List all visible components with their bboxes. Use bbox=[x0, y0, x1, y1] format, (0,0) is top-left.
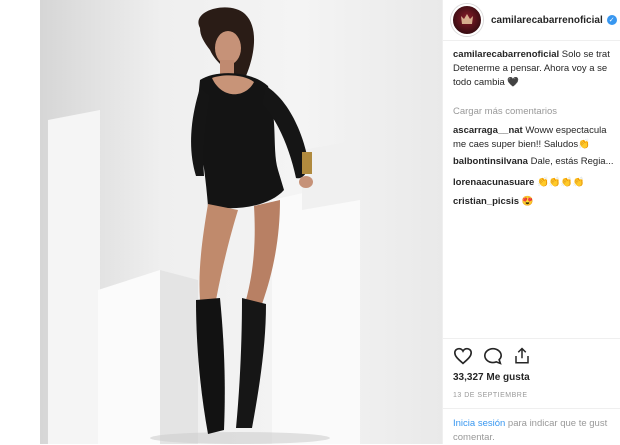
comment-text: Woww espectacula bbox=[525, 125, 607, 136]
photo-box-right bbox=[272, 180, 360, 444]
post-header: camilarecabarrenoficial ✓ bbox=[443, 0, 620, 41]
login-prompt-text: Inicia sesión para indicar que te gust c… bbox=[453, 417, 620, 445]
comment-text: 👏👏👏👏 bbox=[536, 177, 585, 188]
post-date[interactable]: 13 DE SEPTIEMBRE bbox=[453, 392, 528, 399]
comment-item: ascarraga__nat Woww espectacula me caes … bbox=[453, 124, 620, 152]
post-caption: camilarecabarrenoficial Solo se trat Det… bbox=[453, 48, 620, 90]
comment-item: balbontinsilvana Dale, estás Regia... bbox=[453, 155, 620, 169]
comment-item: cristian_picsis 😍 bbox=[453, 195, 620, 209]
heart-icon[interactable] bbox=[453, 347, 473, 365]
photo-box-top bbox=[302, 140, 360, 210]
caption-line-2: Detenerme a pensar. Ahora voy a se bbox=[453, 63, 608, 74]
caption-line-3: todo cambia bbox=[453, 77, 505, 88]
comment-icon[interactable] bbox=[483, 347, 503, 365]
photo-floor-shadow bbox=[150, 432, 330, 444]
share-icon[interactable] bbox=[513, 347, 531, 365]
comment-username[interactable]: ascarraga__nat bbox=[453, 125, 523, 136]
load-more-comments-link[interactable]: Cargar más comentarios bbox=[453, 106, 557, 117]
photo-box-front-side bbox=[160, 270, 198, 444]
photo-boot-left bbox=[196, 298, 225, 434]
avatar-logo-icon bbox=[461, 14, 473, 24]
login-prompt: Inicia sesión para indicar que te gust c… bbox=[443, 408, 620, 445]
post-side-panel: camilarecabarrenoficial ✓ camilarecabarr… bbox=[442, 0, 620, 444]
photo-leg-left bbox=[199, 204, 238, 300]
caption-text: Solo se trat bbox=[561, 49, 610, 60]
photo-boot-right bbox=[236, 298, 266, 428]
photo-box-left bbox=[48, 110, 100, 444]
login-prompt-text-2: comentar. bbox=[453, 432, 495, 443]
comment-username[interactable]: cristian_picsis bbox=[453, 196, 519, 207]
likes-count[interactable]: 33,327 Me gusta bbox=[453, 372, 530, 383]
photo-bracelet bbox=[302, 152, 312, 174]
comment-text-line-2: me caes super bien!! Saludos👏 bbox=[453, 139, 590, 150]
login-link[interactable]: Inicia sesión bbox=[453, 418, 505, 429]
caption-emoji: 🖤 bbox=[507, 77, 520, 88]
photo-illustration bbox=[48, 7, 360, 444]
login-prompt-text-1: para indicar que te gust bbox=[507, 418, 608, 429]
verified-badge-icon: ✓ bbox=[606, 15, 617, 25]
caption-username[interactable]: camilarecabarrenoficial bbox=[453, 49, 559, 60]
photo-face bbox=[215, 31, 241, 65]
comment-text: Dale, estás Regia... bbox=[530, 156, 614, 167]
comment-item: lorenaacunasuare 👏👏👏👏 bbox=[453, 176, 620, 190]
comment-username[interactable]: lorenaacunasuare bbox=[453, 177, 534, 188]
comment-username[interactable]: balbontinsilvana bbox=[453, 156, 528, 167]
photo-hand bbox=[299, 176, 313, 188]
comment-text: 😍 bbox=[521, 196, 534, 207]
post-actions-bar bbox=[443, 338, 620, 373]
photo-box-front bbox=[98, 270, 160, 444]
page-gutter bbox=[0, 0, 40, 444]
post-photo[interactable] bbox=[40, 0, 442, 444]
post-username[interactable]: camilarecabarrenoficial bbox=[491, 15, 603, 26]
avatar[interactable] bbox=[451, 4, 483, 36]
